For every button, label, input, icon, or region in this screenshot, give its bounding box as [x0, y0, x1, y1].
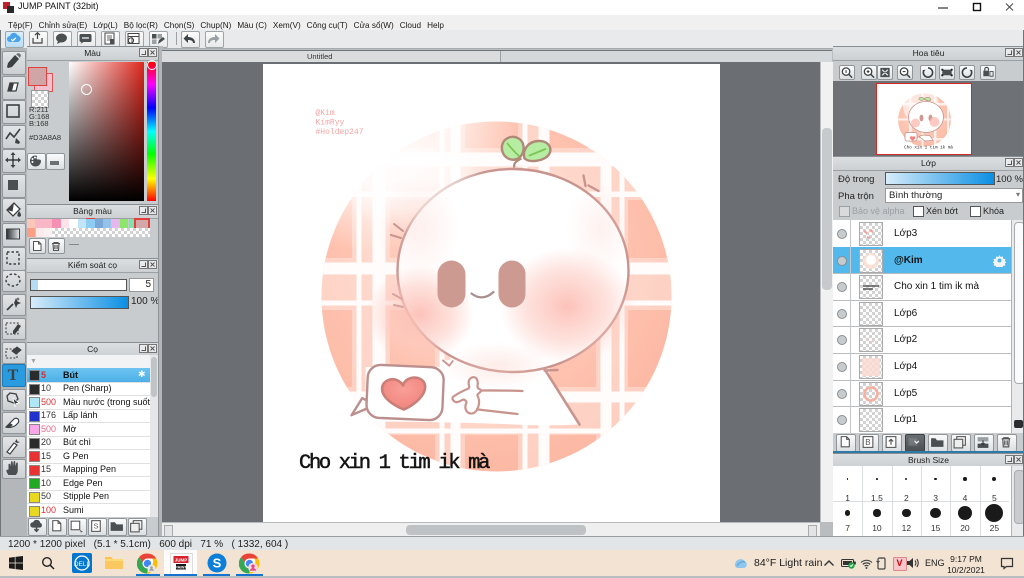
svg-text:S: S — [93, 522, 98, 531]
svg-text:B: B — [865, 438, 870, 447]
svg-text:DELL: DELL — [74, 561, 91, 568]
svg-text:JUMP: JUMP — [175, 558, 188, 563]
svg-text:Cho xin 1 tim ik mà: Cho xin 1 tim ik mà — [299, 452, 490, 475]
svg-text:KimRyy: KimRyy — [316, 119, 345, 128]
svg-text:@Kim: @Kim — [316, 109, 335, 118]
svg-text:T: T — [8, 367, 19, 384]
svg-text:#Holdep247: #Holdep247 — [316, 128, 364, 137]
svg-text:Cho xin 1 tim ik mà: Cho xin 1 tim ik mà — [904, 146, 953, 151]
svg-text:PAINT: PAINT — [175, 565, 187, 570]
svg-text:S: S — [213, 556, 222, 571]
